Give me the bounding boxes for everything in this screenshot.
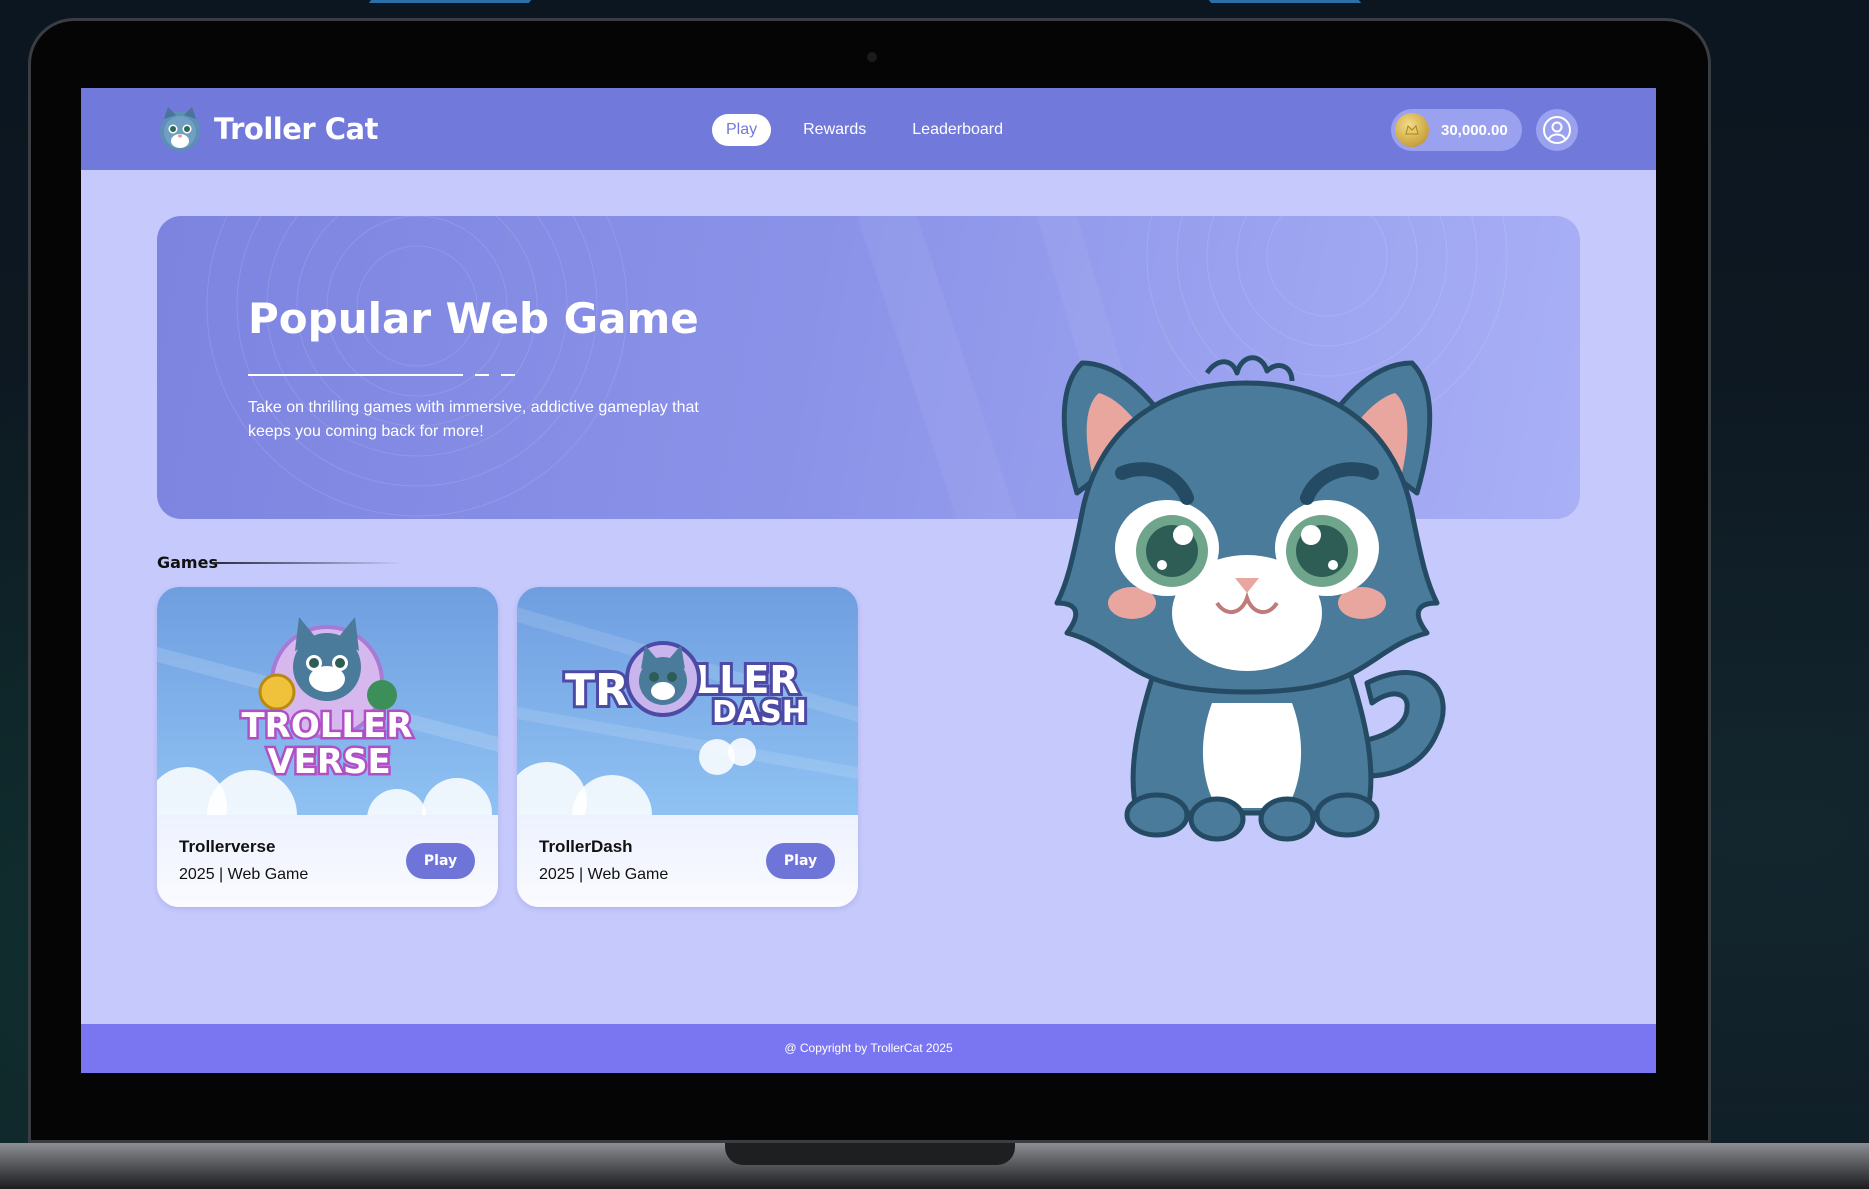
hero-divider bbox=[248, 374, 463, 376]
main-nav: Play Rewards Leaderboard bbox=[712, 114, 1017, 146]
user-profile-icon bbox=[1543, 116, 1571, 144]
coin-icon bbox=[1395, 113, 1429, 147]
card-info: Trollerverse 2025 | Web Game Play bbox=[157, 815, 498, 907]
play-button[interactable]: Play bbox=[406, 843, 475, 879]
cat-mascot-illustration bbox=[1054, 355, 1446, 842]
laptop-notch bbox=[725, 1143, 1015, 1165]
nav-leaderboard[interactable]: Leaderboard bbox=[898, 114, 1017, 146]
section-divider bbox=[212, 562, 402, 564]
balance-value: 30,000.00 bbox=[1441, 121, 1508, 139]
footer: @ Copyright by TrollerCat 2025 bbox=[81, 1024, 1656, 1073]
game-meta: 2025 | Web Game bbox=[179, 866, 309, 883]
app-window: Troller Cat Play Rewards Leaderboard 30,… bbox=[81, 88, 1656, 1073]
app-logo[interactable]: Troller Cat bbox=[156, 105, 378, 153]
game-title: TrollerDash bbox=[539, 837, 633, 856]
nav-rewards[interactable]: Rewards bbox=[789, 114, 880, 146]
top-navigation-bar: Troller Cat Play Rewards Leaderboard 30,… bbox=[81, 88, 1656, 170]
coin-balance[interactable]: 30,000.00 bbox=[1391, 109, 1522, 151]
trollerdash-thumbnail: TR LLER DASH bbox=[517, 587, 858, 815]
app-name: Troller Cat bbox=[214, 112, 378, 146]
background-decoration bbox=[368, 0, 532, 3]
hero-title: Popular Web Game bbox=[248, 294, 699, 343]
game-meta: 2025 | Web Game bbox=[539, 866, 669, 883]
camera-icon bbox=[867, 52, 877, 62]
play-button[interactable]: Play bbox=[766, 843, 835, 879]
game-title: Trollerverse bbox=[179, 837, 276, 856]
user-profile-button[interactable] bbox=[1536, 109, 1578, 151]
trollerverse-logo-text: TROLLER bbox=[241, 706, 412, 746]
cat-logo-icon bbox=[160, 107, 200, 151]
game-card-trollerdash[interactable]: TR LLER DASH TrollerDash 2025 | Web Game… bbox=[517, 587, 858, 907]
trollerdash-logo-text: DASH bbox=[712, 695, 807, 730]
background-decoration bbox=[1208, 0, 1362, 3]
game-card-trollerverse[interactable]: TROLLER VERSE Trollerverse 2025 | Web Ga… bbox=[157, 587, 498, 907]
nav-play[interactable]: Play bbox=[712, 114, 772, 146]
hero-divider-dash bbox=[475, 374, 489, 376]
copyright-text: @ Copyright by TrollerCat 2025 bbox=[784, 1041, 953, 1055]
trollerverse-logo-text: VERSE bbox=[267, 742, 390, 782]
trollerdash-logo-text: TR bbox=[565, 665, 629, 716]
card-info: TrollerDash 2025 | Web Game Play bbox=[517, 815, 858, 907]
hero-description: Take on thrilling games with immersive, … bbox=[248, 399, 699, 440]
hero-divider-dash bbox=[501, 374, 515, 376]
games-section-title: Games bbox=[157, 553, 218, 572]
trollerverse-thumbnail: TROLLER VERSE bbox=[157, 587, 498, 815]
